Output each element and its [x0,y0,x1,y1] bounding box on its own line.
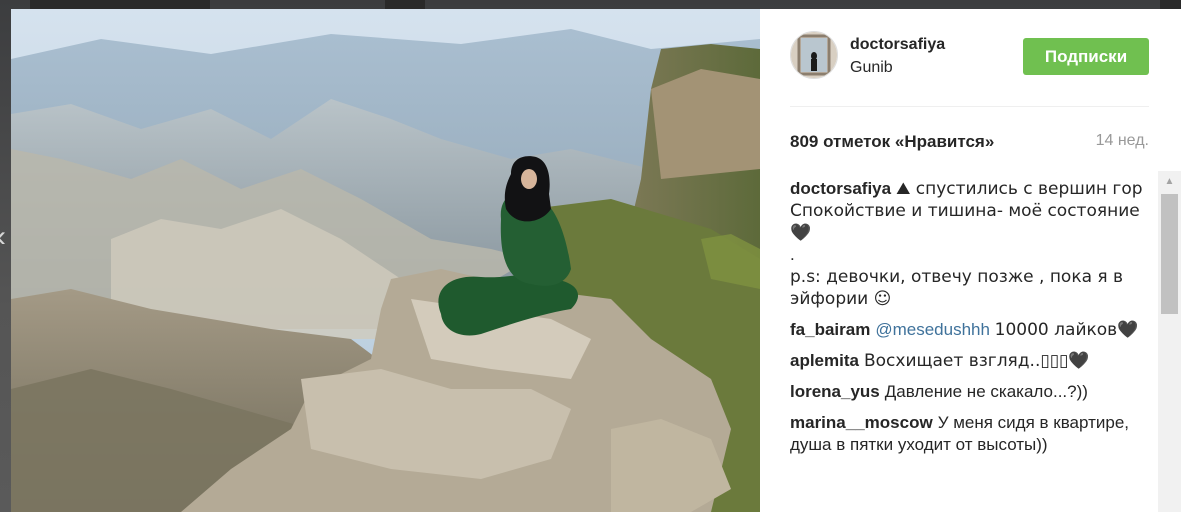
comment-author[interactable]: lorena_yus [790,382,880,401]
comment-author[interactable]: fa_bairam [790,320,870,339]
likes-row: 809 отметок «Нравится» 14 нед. [790,132,1149,156]
comment-item: marina__moscow У меня сидя в квартире, ду… [790,412,1156,456]
avatar-image [791,32,837,78]
backdrop-strip [30,0,210,9]
follow-button[interactable]: Подписки [1023,38,1149,75]
comment-author[interactable]: marina__moscow [790,413,933,432]
scroll-up-icon[interactable]: ▲ [1158,171,1181,193]
comment-item: lorena_yus Давление не скакало...?)) [790,381,1156,403]
caption-text: Спокойствие и тишина- моё состояние 🖤 [790,201,1140,243]
mountain-landscape-image [11,9,760,512]
comment-author[interactable]: aplemita [790,351,859,370]
backdrop-strip [385,0,425,9]
username[interactable]: doctorsafiya [850,36,945,54]
comment-item: aplemita Восхищает взгляд..▯▯▯🖤 [790,350,1156,372]
scroll-thumb[interactable] [1161,194,1178,314]
comment-author[interactable]: doctorsafiya [790,179,891,198]
post-sidebar: doctorsafiya Gunib Подписки 809 отметок … [760,9,1181,512]
post-photo [11,9,760,512]
comment-mention[interactable]: @mesedushhh [875,320,990,339]
comment-text: 10000 лайков🖤 [994,320,1139,340]
comment-item: fa_bairam @mesedushhh 10000 лайков🖤 [790,319,1156,341]
comments-list: doctorsafiya ⛰ спустились с вершин гор Сп… [790,178,1156,512]
previous-arrow-icon[interactable]: ‹ [0,222,6,252]
comment-text: Давление не скакало...?)) [884,382,1088,401]
avatar[interactable] [790,31,838,79]
caption: doctorsafiya ⛰ спустились с вершин гор Сп… [790,178,1156,310]
comments-scrollbar[interactable]: ▲ [1158,171,1181,512]
location-link[interactable]: Gunib [850,59,893,77]
comment-text: Восхищает взгляд..▯▯▯🖤 [863,351,1090,371]
backdrop-strip [1160,0,1181,9]
likes-count[interactable]: 809 отметок «Нравится» [790,132,994,152]
caption-text: p.s: девочки, отвечу позже , пока я в эй… [790,267,1124,309]
caption-text: . [790,245,795,264]
post-timestamp[interactable]: 14 нед. [1096,132,1149,150]
post-header: doctorsafiya Gunib Подписки [790,31,1149,107]
caption-text: ⛰ спустились с вершин гор [896,179,1143,199]
